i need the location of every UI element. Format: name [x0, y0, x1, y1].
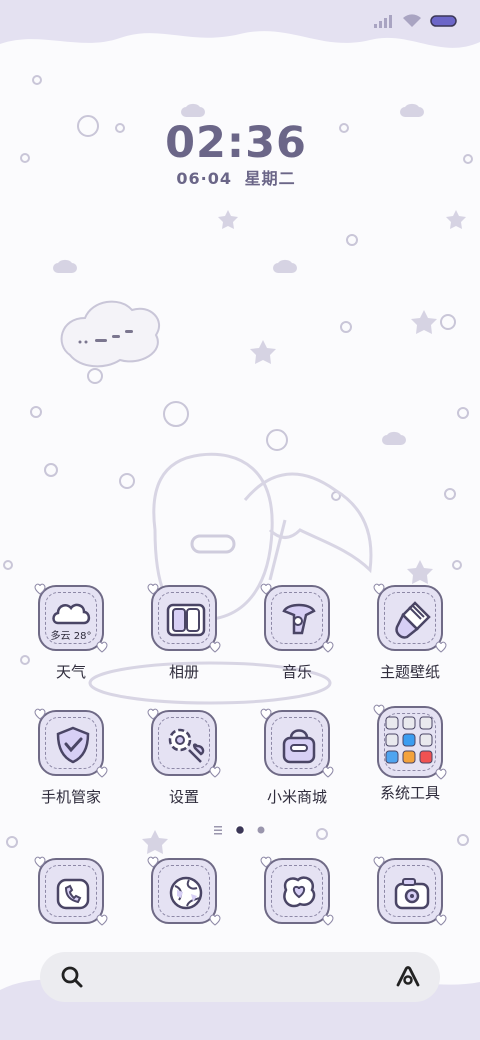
app-music[interactable]: 音乐	[242, 583, 352, 682]
settings-icon	[168, 728, 205, 763]
camera-tile	[373, 856, 447, 926]
app-weather[interactable]: 多云 28° 天气	[16, 583, 126, 682]
heart-decoration-icon	[260, 583, 272, 595]
themes-icon	[395, 601, 431, 639]
app-settings[interactable]: 设置	[129, 708, 239, 807]
heart-decoration-icon	[34, 856, 46, 868]
music-tile	[260, 583, 334, 653]
heart-decoration-icon	[435, 914, 447, 926]
app-label-security: 手机管家	[40, 788, 101, 806]
search-bar[interactable]	[40, 952, 440, 1002]
security-icon	[56, 726, 90, 764]
heart-decoration-icon	[373, 704, 385, 716]
heart-decoration-icon	[260, 708, 272, 720]
heart-decoration-icon	[96, 914, 108, 926]
browser-tile	[147, 856, 221, 926]
heart-decoration-icon	[322, 641, 334, 653]
dock-camera[interactable]	[355, 856, 465, 926]
messages-icon	[283, 876, 316, 908]
app-security[interactable]: 手机管家	[16, 708, 126, 807]
app-label-shop: 小米商城	[266, 788, 327, 806]
tools-folder-tile	[373, 704, 447, 780]
heart-decoration-icon	[147, 708, 159, 720]
themes-tile	[373, 583, 447, 653]
heart-decoration-icon	[260, 856, 272, 868]
status-bar	[374, 10, 458, 32]
camera-icon	[394, 878, 430, 910]
app-label-settings: 设置	[168, 788, 199, 806]
heart-decoration-icon	[34, 708, 46, 720]
heart-decoration-icon	[435, 768, 447, 780]
tools-folder-icon	[385, 716, 433, 764]
weather-tile: 多云 28°	[34, 583, 108, 653]
dock-messages[interactable]	[242, 856, 352, 926]
heart-decoration-icon	[322, 766, 334, 778]
heart-decoration-icon	[147, 856, 159, 868]
security-tile	[34, 708, 108, 778]
shop-tile	[260, 708, 334, 778]
messages-tile	[260, 856, 334, 926]
heart-decoration-icon	[209, 766, 221, 778]
page-indicator[interactable]	[0, 824, 480, 836]
heart-decoration-icon	[96, 641, 108, 653]
page-dot-active[interactable]	[234, 824, 246, 836]
music-icon	[282, 603, 316, 635]
assistant-icon[interactable]	[394, 965, 422, 989]
phone-icon	[56, 878, 90, 910]
gallery-icon	[166, 603, 206, 637]
browser-icon	[169, 876, 203, 910]
app-label-system-tools: 系统工具	[379, 784, 440, 802]
shop-icon	[282, 729, 316, 764]
page-dot[interactable]	[256, 825, 266, 835]
wifi-icon	[403, 14, 421, 27]
heart-decoration-icon	[373, 583, 385, 595]
weather-summary: 多云 28°	[50, 631, 92, 642]
heart-decoration-icon	[209, 641, 221, 653]
app-label-gallery: 相册	[168, 663, 199, 681]
dock-phone[interactable]	[16, 856, 126, 926]
folder-system-tools[interactable]: 系统工具	[355, 704, 465, 803]
gallery-tile	[147, 583, 221, 653]
search-icon[interactable]	[60, 965, 84, 989]
app-label-music: 音乐	[281, 663, 312, 681]
battery-icon	[430, 15, 457, 27]
app-themes[interactable]: 主题壁纸	[355, 583, 465, 682]
app-shop[interactable]: 小米商城	[242, 708, 352, 807]
list-view-icon[interactable]	[214, 825, 224, 835]
heart-decoration-icon	[322, 914, 334, 926]
heart-decoration-icon	[34, 583, 46, 595]
heart-decoration-icon	[147, 583, 159, 595]
phone-tile	[34, 856, 108, 926]
heart-decoration-icon	[96, 766, 108, 778]
heart-decoration-icon	[435, 641, 447, 653]
heart-decoration-icon	[209, 914, 221, 926]
weather-icon	[52, 603, 91, 625]
app-gallery[interactable]: 相册	[129, 583, 239, 682]
wallpaper-doodles	[3, 75, 473, 854]
heart-decoration-icon	[373, 856, 385, 868]
app-label-weather: 天气	[55, 663, 86, 681]
settings-tile	[147, 708, 221, 778]
app-label-themes: 主题壁纸	[379, 663, 440, 681]
dock-browser[interactable]	[129, 856, 239, 926]
signal-icon	[374, 15, 392, 28]
